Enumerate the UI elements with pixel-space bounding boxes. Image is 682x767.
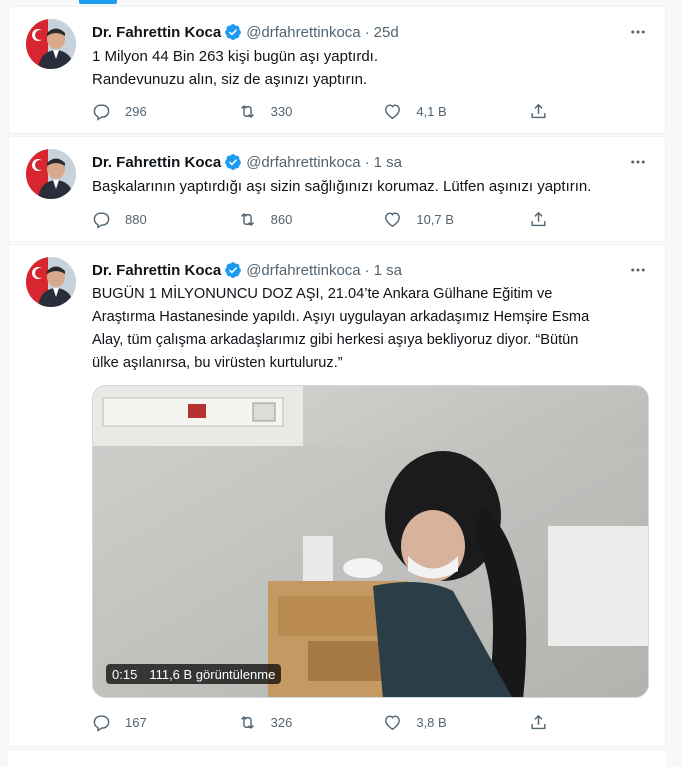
more-icon[interactable]	[627, 22, 649, 42]
tweet-2[interactable]: Dr. Fahrettin Koca @drfahrettinkoca · 1 …	[8, 136, 666, 242]
retweet-icon	[240, 104, 254, 118]
like-button[interactable]: 4,1 B	[383, 102, 529, 121]
retweet-icon	[240, 212, 254, 226]
like-icon	[385, 103, 401, 119]
avatar-image	[26, 19, 76, 69]
tweet-header: Dr. Fahrettin Koca @drfahrettinkoca · 25…	[92, 21, 649, 43]
avatar-image	[26, 257, 76, 307]
video-duration: 0:15	[112, 666, 138, 682]
avatar-image	[26, 149, 76, 199]
reply-count: 296	[125, 103, 147, 119]
reply-icon	[93, 103, 110, 121]
retweet-count: 860	[270, 211, 293, 227]
tweet-timestamp[interactable]: 1 sa	[374, 154, 402, 171]
active-tab-indicator	[79, 0, 117, 4]
tweet-header: Dr. Fahrettin Koca @drfahrettinkoca · 1 …	[92, 259, 649, 281]
retweet-count: 330	[270, 103, 293, 119]
separator-dot: ·	[364, 23, 370, 41]
tweet-text: Başkalarının yaptırdığı aşı sizin sağlığ…	[92, 175, 649, 198]
user-handle[interactable]: @drfahrettinkoca	[246, 24, 360, 41]
separator-dot: ·	[364, 153, 370, 171]
tweet-text-line: BUGÜN 1 MİLYONUNCU DOZ AŞI, 21.04’te Ank…	[92, 286, 553, 302]
reply-button[interactable]: 167	[92, 713, 238, 732]
more-icon[interactable]	[627, 152, 649, 172]
tweet-actions: 296 330 4,1 B	[92, 100, 562, 122]
tweet-text-line: 1 Milyon 44 Bin 263 kişi bugün aşı yaptı…	[92, 48, 378, 65]
next-tweet-edge	[8, 749, 666, 767]
share-button[interactable]	[529, 713, 562, 732]
tweet-1[interactable]: Dr. Fahrettin Koca @drfahrettinkoca · 25…	[8, 6, 666, 134]
display-name[interactable]: Dr. Fahrettin Koca	[92, 154, 221, 171]
reply-icon	[93, 714, 110, 732]
tweet-text-line: Alay, tüm çalışma arkadaşlarımız gibi he…	[92, 332, 579, 348]
share-icon	[531, 103, 546, 118]
retweet-button[interactable]: 326	[238, 713, 384, 732]
separator-dot: ·	[364, 261, 370, 279]
retweet-count: 326	[270, 714, 293, 730]
like-count: 10,7 B	[416, 211, 454, 227]
tweet-actions: 167 326 3,8 B	[92, 711, 562, 733]
video-view-count: 111,6 B görüntülenme	[149, 666, 276, 682]
video-thumbnail	[93, 386, 648, 697]
verified-badge-icon	[225, 154, 242, 170]
tweet-timestamp[interactable]: 25d	[374, 24, 399, 41]
share-button[interactable]	[529, 210, 562, 229]
reply-button[interactable]: 296	[92, 102, 238, 121]
retweet-button[interactable]: 860	[238, 210, 384, 229]
share-button[interactable]	[529, 102, 562, 121]
tweet-3[interactable]: Dr. Fahrettin Koca @drfahrettinkoca · 1 …	[8, 244, 666, 747]
like-button[interactable]: 3,8 B	[383, 713, 529, 732]
display-name[interactable]: Dr. Fahrettin Koca	[92, 262, 221, 279]
share-icon	[531, 211, 546, 226]
like-icon	[385, 211, 401, 227]
share-icon	[531, 714, 546, 729]
tweet-text-line: ülke aşılanırsa, bu virüsten kurtuluruz.…	[92, 355, 343, 371]
reply-icon	[93, 211, 110, 229]
avatar[interactable]	[26, 257, 76, 307]
retweet-button[interactable]: 330	[238, 102, 384, 121]
tweet-actions: 880 860 10,7 B	[92, 208, 562, 230]
like-count: 3,8 B	[416, 714, 447, 730]
avatar[interactable]	[26, 19, 76, 69]
video-info-overlay: 0:15 111,6 B görüntülenme	[106, 664, 282, 684]
reply-button[interactable]: 880	[92, 210, 238, 229]
like-button[interactable]: 10,7 B	[383, 210, 529, 229]
display-name[interactable]: Dr. Fahrettin Koca	[92, 24, 221, 41]
tweet-text: BUGÜN 1 MİLYONUNCU DOZ AŞI, 21.04’te Ank…	[92, 283, 649, 375]
retweet-icon	[240, 715, 254, 729]
reply-count: 167	[125, 714, 147, 730]
like-count: 4,1 B	[416, 103, 447, 119]
tweet-header: Dr. Fahrettin Koca @drfahrettinkoca · 1 …	[92, 151, 649, 173]
tweet-text-line: Araştırma Hastanesinde yapıldı. Aşıyı uy…	[92, 309, 590, 325]
video-player[interactable]: 0:15 111,6 B görüntülenme	[92, 385, 649, 698]
user-handle[interactable]: @drfahrettinkoca	[246, 154, 360, 171]
verified-badge-icon	[225, 262, 242, 278]
like-icon	[385, 714, 401, 730]
user-handle[interactable]: @drfahrettinkoca	[246, 262, 360, 279]
reply-count: 880	[125, 211, 147, 227]
avatar[interactable]	[26, 149, 76, 199]
verified-badge-icon	[225, 24, 242, 40]
tweet-text: 1 Milyon 44 Bin 263 kişi bugün aşı yaptı…	[92, 45, 649, 91]
tweet-timestamp[interactable]: 1 sa	[374, 262, 402, 279]
tweet-text-line: Başkalarının yaptırdığı aşı sizin sağlığ…	[92, 178, 592, 195]
tweet-text-line: Randevunuzu alın, siz de aşınızı yaptırı…	[92, 71, 368, 88]
more-icon[interactable]	[627, 260, 649, 280]
